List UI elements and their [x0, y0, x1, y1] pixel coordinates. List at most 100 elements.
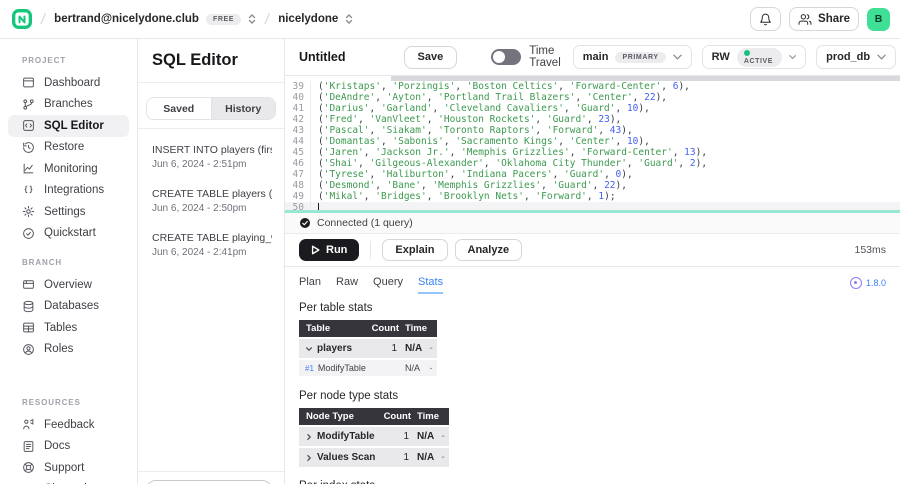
editor-line-42[interactable]: 42 ('Fred', 'VanVleet', 'Houston Rockets'… [285, 114, 900, 125]
history-item-title: CREATE TABLE players ( id S… [152, 188, 272, 200]
gear-icon [22, 206, 35, 218]
sidebar-item-integrations[interactable]: Integrations [8, 180, 129, 202]
stats-row-modifytable[interactable]: #1 ModifyTable N/A - [299, 360, 437, 376]
branch-select[interactable]: main PRIMARY [572, 45, 692, 69]
project-selector[interactable]: nicelydone [278, 13, 353, 25]
sidebar-item-dashboard[interactable]: Dashboard [8, 72, 129, 94]
line-code: ('Fred', 'VanVleet', 'Houston Rockets', … [318, 114, 622, 125]
editor-line-41[interactable]: 41 ('Darius', 'Garland', 'Cleveland Caval… [285, 103, 900, 114]
tab-history[interactable]: History [210, 98, 275, 119]
share-button[interactable]: Share [789, 7, 859, 31]
sort-by-time-button[interactable]: Time [399, 323, 427, 334]
sidebar-item-sql-editor[interactable]: SQL Editor [8, 115, 129, 137]
tab-plan[interactable]: Plan [299, 276, 321, 292]
play-icon [311, 245, 320, 255]
sidebar-item-tables[interactable]: Tables [8, 317, 129, 339]
editor-line-45[interactable]: 45 ('Jaren', 'Jackson Jr.', 'Memphis Griz… [285, 147, 900, 158]
editor-line-39[interactable]: 39 ('Kristaps', 'Porzingis', 'Boston Celt… [285, 81, 900, 92]
stats-row-modifytable[interactable]: ModifyTable 1 N/A - [299, 427, 449, 446]
run-button[interactable]: Run [299, 239, 360, 261]
user-avatar[interactable]: B [867, 7, 890, 31]
history-item-date: Jun 6, 2024 - 2:41pm [152, 247, 247, 258]
row-time: N/A [405, 363, 421, 373]
nav-section-resources: Resources [22, 398, 81, 407]
per-index-stats-heading: Per index stats [299, 480, 886, 484]
version-text: 1.8.0 [865, 278, 886, 288]
database-select[interactable]: prod_db [816, 45, 897, 69]
lifebuoy-icon [23, 462, 34, 474]
expand-chevron-icon[interactable] [305, 454, 313, 462]
sidebar-item-label: Tables [44, 321, 78, 334]
sidebar-item-overview[interactable]: Overview [8, 274, 129, 296]
editor-line-46[interactable]: 46 ('Shai', 'Gilgeous-Alexander', 'Oklaho… [285, 158, 900, 169]
expand-chevron-icon[interactable] [305, 433, 313, 441]
results-pane: Plan Raw Query Stats 1.8.0 Per table sta… [285, 267, 900, 484]
expand-chevron-icon[interactable] [305, 345, 313, 353]
tab-saved[interactable]: Saved [147, 98, 211, 119]
row-label: Values Scan [317, 452, 376, 463]
stats-row-players[interactable]: players 1 N/A - [299, 339, 437, 358]
code-editor[interactable]: 39 ('Kristaps', 'Porzingis', 'Boston Celt… [285, 76, 900, 213]
sidebar-item-roles[interactable]: Roles [8, 339, 129, 361]
history-item[interactable]: INSERT INTO players (first_n… Jun 6, 202… [138, 133, 284, 170]
per-table-stats-table: Table Count Time players 1 N/A - #1 ModifyTable… [299, 320, 437, 376]
explain-button[interactable]: Explain [382, 239, 448, 261]
editor-line-40[interactable]: 40 ('DeAndre', 'Ayton', 'Portland Trail B… [285, 92, 900, 103]
editor-line-47[interactable]: 47 ('Tyrese', 'Haliburton', 'Indiana Pace… [285, 169, 900, 180]
notifications-button[interactable] [750, 7, 782, 31]
saved-history-segmented-control: Saved History [146, 97, 276, 120]
sidebar-item-docs[interactable]: Docs [8, 436, 129, 458]
divider [370, 241, 372, 259]
sidebar-item-monitoring[interactable]: Monitoring [8, 158, 129, 180]
tab-query[interactable]: Query [373, 276, 403, 292]
time-travel-toggle[interactable] [491, 49, 522, 65]
editor-line-48[interactable]: 48 ('Desmond', 'Bane', 'Memphis Grizzlies… [285, 180, 900, 191]
stats-row-values-scan[interactable]: Values Scan 1 N/A - [299, 448, 449, 467]
history-item[interactable]: CREATE TABLE players ( id S… Jun 6, 2024… [138, 170, 284, 214]
sidebar-item-quickstart[interactable]: Quickstart [8, 223, 129, 245]
line-code: ('Jaren', 'Jackson Jr.', 'Memphis Grizzl… [318, 147, 708, 158]
sidebar-item-settings[interactable]: Settings [8, 201, 129, 223]
editor-header: Untitled Save Time Travel main PRIMARY R… [285, 39, 900, 76]
line-code: ('Pascal', 'Siakam', 'Toronto Raptors', … [318, 125, 633, 136]
divider [138, 82, 284, 83]
sidebar-item-label: Dashboard [44, 76, 101, 89]
stats-table-header: Node Type Count Time [299, 408, 449, 425]
share-label: Share [818, 13, 850, 25]
line-code: ('Darius', 'Garland', 'Cleveland Cavalie… [318, 103, 650, 114]
org-name: bertrand@nicelydone.club [54, 13, 199, 25]
history-item-title: INSERT INTO players (first_n… [152, 144, 272, 156]
sidebar-item-feedback[interactable]: Feedback [8, 414, 129, 436]
editor-line-49[interactable]: 49 ('Mikal', 'Bridges', 'Brooklyn Nets', … [285, 191, 900, 202]
line-number: 47 [285, 169, 311, 180]
overview-icon [23, 280, 34, 290]
editor-line-43[interactable]: 43 ('Pascal', 'Siakam', 'Toronto Raptors'… [285, 125, 900, 136]
tab-raw[interactable]: Raw [336, 276, 358, 292]
sidebar-item-databases[interactable]: Databases [8, 296, 129, 318]
branch-icon [23, 99, 34, 110]
check-circle-icon [23, 227, 34, 239]
compute-select[interactable]: RW ACTIVE [701, 45, 807, 69]
query-actions-bar: Run Explain Analyze 153ms [285, 234, 900, 267]
tab-stats[interactable]: Stats [418, 276, 444, 294]
editor-line-44[interactable]: 44 ('Domantas', 'Sabonis', 'Sacramento Ki… [285, 136, 900, 147]
sidebar-item-label: Monitoring [44, 162, 98, 175]
history-item[interactable]: CREATE TABLE playing_with_… Jun 6, 2024 … [138, 214, 284, 258]
restore-icon [23, 141, 34, 153]
analyze-button[interactable]: Analyze [454, 239, 523, 261]
sidebar-item-restore[interactable]: Restore [8, 137, 129, 159]
save-button[interactable]: Save [403, 45, 458, 69]
sidebar-item-support[interactable]: Support [8, 457, 129, 479]
org-selector[interactable]: bertrand@nicelydone.club FREE [54, 13, 256, 25]
panel-title: SQL Editor [152, 51, 238, 69]
sidebar-item-changelog[interactable]: Changelog [8, 479, 129, 484]
monitoring-icon [23, 163, 34, 174]
sort-by-time-button[interactable]: Time [411, 411, 439, 422]
explain-version-badge: 1.8.0 [849, 277, 886, 289]
line-code: ('DeAndre', 'Ayton', 'Portland Trail Bla… [318, 92, 668, 103]
new-query-button[interactable] [146, 480, 272, 484]
sidebar-item-branches[interactable]: Branches [8, 94, 129, 116]
neon-logo-icon[interactable] [12, 9, 32, 29]
line-code: ('Shai', 'Gilgeous-Alexander', 'Oklahoma… [318, 158, 708, 169]
line-number: 42 [285, 114, 311, 125]
